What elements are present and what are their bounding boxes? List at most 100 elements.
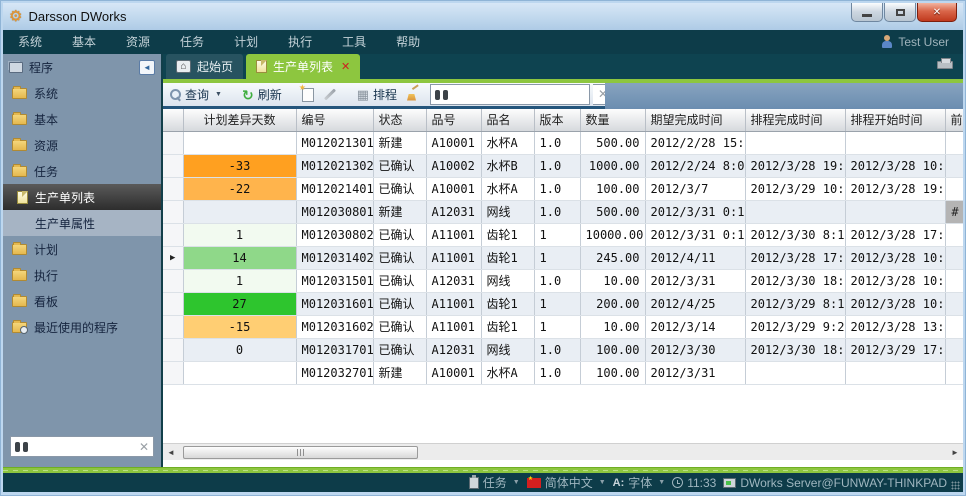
row-selector-cell[interactable]	[163, 200, 183, 223]
cell-part-no[interactable]: A10001	[426, 131, 481, 154]
row-selector-cell[interactable]	[163, 177, 183, 200]
cell-sched-start[interactable]: 2012/3/28 10:52	[845, 246, 945, 269]
cell-diff-days[interactable]: -15	[183, 315, 296, 338]
cell-sched-finish[interactable]: 2012/3/30 18:00	[745, 338, 845, 361]
menu-item-4[interactable]: 计划	[219, 30, 273, 54]
cell-status[interactable]: 已确认	[373, 338, 426, 361]
cell-sched-start[interactable]	[845, 200, 945, 223]
schedule-button[interactable]: ▦ 排程	[355, 85, 399, 104]
minimize-button[interactable]	[851, 3, 883, 22]
row-selector-cell[interactable]	[163, 154, 183, 177]
cell-diff-days[interactable]: 1	[183, 269, 296, 292]
tab-close-icon[interactable]: ✕	[341, 60, 350, 73]
cell-part-no[interactable]: A11001	[426, 223, 481, 246]
cell-quantity[interactable]: 100.00	[580, 361, 645, 384]
cell-sched-start[interactable]	[845, 131, 945, 154]
cell-quantity[interactable]: 100.00	[580, 338, 645, 361]
cell-quantity[interactable]: 500.00	[580, 131, 645, 154]
status-task-dropdown[interactable]: 任务 ▼	[469, 474, 520, 491]
printer-icon[interactable]	[937, 61, 953, 69]
cell-sched-finish[interactable]: 2012/3/30 18:00	[745, 269, 845, 292]
cell-order-no[interactable]: M012030802	[296, 223, 373, 246]
row-selector-cell[interactable]	[163, 269, 183, 292]
cell-quantity[interactable]: 10.00	[580, 315, 645, 338]
maximize-button[interactable]	[884, 3, 916, 22]
row-selector-cell[interactable]	[163, 223, 183, 246]
cell-diff-days[interactable]: -22	[183, 177, 296, 200]
cell-sched-finish[interactable]: 2012/3/29 10:20	[745, 177, 845, 200]
cell-order-no[interactable]: M012030801	[296, 200, 373, 223]
table-row[interactable]: -22M012021401已确认A10001水杯A1.0100.002012/3…	[163, 177, 963, 200]
cell-sched-start[interactable]: 2012/3/28 10:52	[845, 154, 945, 177]
close-button[interactable]: ✕	[917, 3, 957, 22]
sidebar-item[interactable]: 资源	[3, 132, 161, 158]
cell-expected-finish[interactable]: 2012/3/14	[645, 315, 745, 338]
cell-version[interactable]: 1	[534, 246, 580, 269]
tab-inactive[interactable]: ⌂起始页	[166, 54, 243, 79]
cell-quantity[interactable]: 100.00	[580, 177, 645, 200]
cell-order-no[interactable]: M012021302	[296, 154, 373, 177]
cell-quantity[interactable]: 10000.00	[580, 223, 645, 246]
sidebar-item[interactable]: 任务	[3, 158, 161, 184]
cell-expected-finish[interactable]: 2012/3/31 0:17	[645, 223, 745, 246]
cell-part-name[interactable]: 水杯A	[481, 177, 534, 200]
cell-part-no[interactable]: A12031	[426, 269, 481, 292]
status-language-dropdown[interactable]: 简体中文 ▼	[527, 474, 606, 491]
menu-item-3[interactable]: 任务	[165, 30, 219, 54]
cell-sched-finish[interactable]	[745, 200, 845, 223]
sidebar-item[interactable]: 计划	[3, 236, 161, 262]
cell-diff-days[interactable]: -33	[183, 154, 296, 177]
cell-part-no[interactable]: A11001	[426, 315, 481, 338]
cell-quantity[interactable]: 1000.00	[580, 154, 645, 177]
cell-version[interactable]: 1	[534, 292, 580, 315]
sidebar-collapse-button[interactable]: ◄	[139, 60, 155, 75]
grid-header-clipped[interactable]: 前	[945, 109, 963, 131]
toolbar-search-input[interactable]	[448, 88, 585, 102]
cell-diff-days[interactable]	[183, 361, 296, 384]
sidebar-item[interactable]: 执行	[3, 262, 161, 288]
grid-header-0[interactable]: 计划差异天数	[183, 109, 296, 131]
resize-grip[interactable]	[951, 481, 960, 490]
cell-expected-finish[interactable]: 2012/3/30	[645, 338, 745, 361]
clean-button[interactable]	[404, 87, 423, 103]
cell-part-name[interactable]: 网线	[481, 338, 534, 361]
cell-clipped[interactable]	[945, 361, 963, 384]
cell-quantity[interactable]: 10.00	[580, 269, 645, 292]
cell-part-name[interactable]: 水杯A	[481, 131, 534, 154]
row-selector-cell[interactable]	[163, 131, 183, 154]
cell-part-name[interactable]: 水杯B	[481, 154, 534, 177]
cell-expected-finish[interactable]: 2012/3/31	[645, 269, 745, 292]
cell-part-name[interactable]: 齿轮1	[481, 292, 534, 315]
table-row[interactable]: -15M012031602已确认A11001齿轮1110.002012/3/14…	[163, 315, 963, 338]
cell-version[interactable]: 1.0	[534, 361, 580, 384]
cell-sched-finish[interactable]: 2012/3/30 8:15	[745, 223, 845, 246]
cell-part-no[interactable]: A10001	[426, 361, 481, 384]
cell-sched-start[interactable]: 2012/3/28 13:40	[845, 315, 945, 338]
cell-clipped[interactable]	[945, 177, 963, 200]
cell-quantity[interactable]: 245.00	[580, 246, 645, 269]
sidebar-search-input[interactable]	[28, 440, 139, 454]
cell-status[interactable]: 已确认	[373, 154, 426, 177]
cell-part-name[interactable]: 齿轮1	[481, 246, 534, 269]
table-row[interactable]: 1M012030802已确认A11001齿轮1110000.002012/3/3…	[163, 223, 963, 246]
cell-status[interactable]: 已确认	[373, 269, 426, 292]
edit-button[interactable]	[321, 92, 339, 97]
menu-item-0[interactable]: 系统	[3, 30, 57, 54]
row-selector-cell[interactable]	[163, 315, 183, 338]
cell-clipped[interactable]	[945, 315, 963, 338]
cell-diff-days[interactable]	[183, 200, 296, 223]
cell-version[interactable]: 1	[534, 315, 580, 338]
cell-expected-finish[interactable]: 2012/2/28 15:00	[645, 131, 745, 154]
grid-header-3[interactable]: 品号	[426, 109, 481, 131]
cell-part-name[interactable]: 网线	[481, 269, 534, 292]
horizontal-scrollbar[interactable]: ◄ ►	[163, 443, 963, 460]
cell-clipped[interactable]: #	[945, 200, 963, 223]
cell-status[interactable]: 已确认	[373, 246, 426, 269]
grid-header-1[interactable]: 编号	[296, 109, 373, 131]
query-button[interactable]: 查询 ▼	[168, 85, 224, 104]
cell-expected-finish[interactable]: 2012/2/24 8:00	[645, 154, 745, 177]
cell-version[interactable]: 1.0	[534, 177, 580, 200]
grid-header-8[interactable]: 排程完成时间	[745, 109, 845, 131]
cell-order-no[interactable]: M012031501	[296, 269, 373, 292]
cell-sched-finish[interactable]: 2012/3/28 19:10	[745, 154, 845, 177]
